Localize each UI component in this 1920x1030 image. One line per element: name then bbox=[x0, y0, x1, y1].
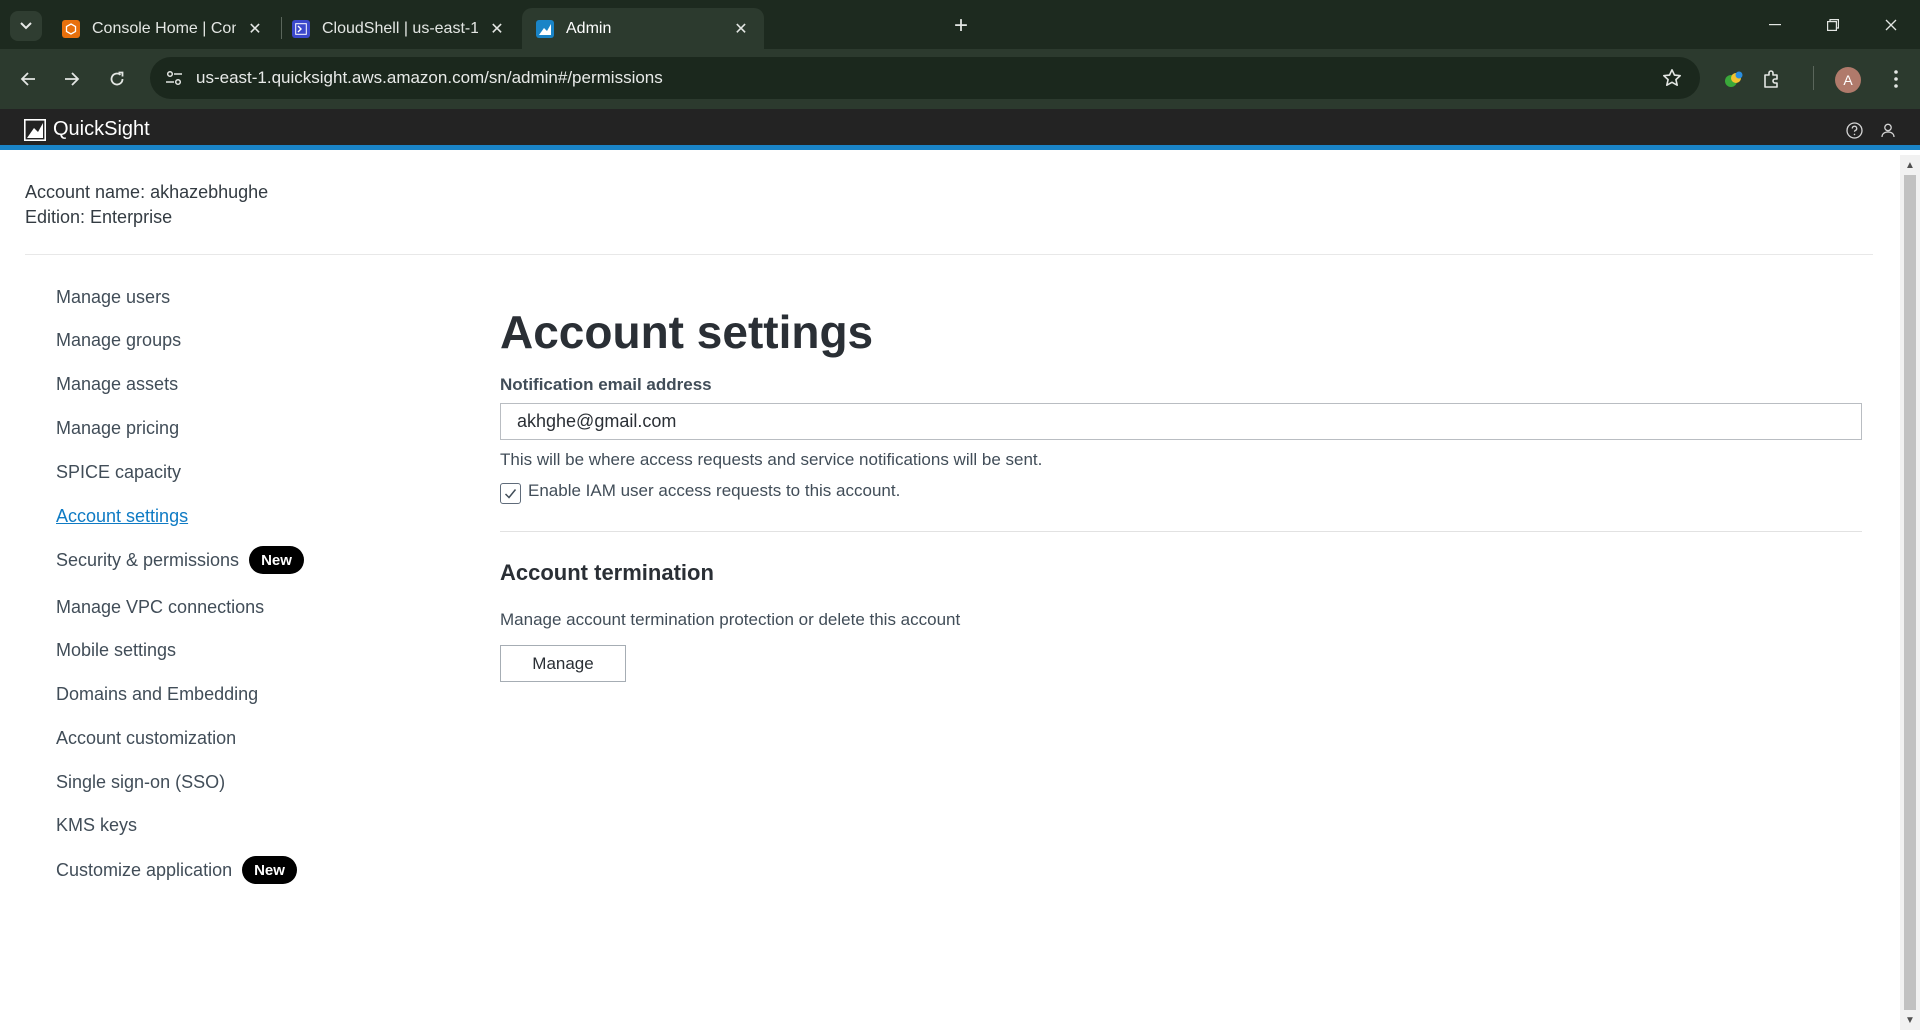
sidebar-item-single-sign-on[interactable]: Single sign-on (SSO) bbox=[56, 772, 225, 793]
restore-button[interactable] bbox=[1810, 10, 1856, 40]
address-bar[interactable]: us-east-1.quicksight.aws.amazon.com/sn/a… bbox=[150, 57, 1700, 99]
browser-tab-bar: Console Home | Console Home ✕ CloudShell… bbox=[0, 0, 1920, 49]
checkmark-icon bbox=[504, 489, 517, 499]
tab-title: CloudShell | us-east-1 bbox=[322, 19, 478, 37]
account-name: Account name: akhazebhughe bbox=[25, 182, 269, 202]
new-tab-button[interactable]: + bbox=[948, 12, 974, 39]
sidebar-item-customize-application[interactable]: Customize application New bbox=[56, 856, 297, 884]
sidebar-item-account-settings[interactable]: Account settings bbox=[56, 506, 188, 527]
close-icon[interactable]: ✕ bbox=[486, 18, 508, 40]
tab-title: Console Home | Console Home bbox=[92, 19, 236, 37]
page-title: Account settings bbox=[500, 306, 874, 358]
sidebar-item-mobile-settings[interactable]: Mobile settings bbox=[56, 640, 176, 661]
aws-console-icon bbox=[62, 19, 80, 38]
divider bbox=[500, 531, 1862, 532]
sidebar-item-label: Manage users bbox=[56, 287, 171, 307]
sidebar-item-label: Manage groups bbox=[56, 330, 182, 350]
sidebar-item-label: Manage pricing bbox=[56, 418, 180, 438]
quicksight-header: QuickSight bbox=[0, 109, 1920, 150]
browser-tab-cloudshell[interactable]: CloudShell | us-east-1 ✕ bbox=[278, 8, 520, 49]
browser-tab-admin[interactable]: Admin ✕ bbox=[522, 8, 764, 49]
manage-termination-button[interactable]: Manage bbox=[500, 645, 626, 682]
sidebar-item-label: Account settings bbox=[56, 506, 189, 526]
close-icon[interactable]: ✕ bbox=[730, 18, 752, 40]
sidebar-item-label: Manage VPC connections bbox=[56, 597, 265, 617]
account-info: Account name: akhazebhughe Edition: Ente… bbox=[25, 180, 268, 230]
close-icon bbox=[1885, 19, 1897, 31]
minimize-button[interactable] bbox=[1752, 10, 1798, 40]
tab-title: Admin bbox=[566, 19, 612, 37]
extensions-puzzle-icon[interactable] bbox=[1756, 63, 1788, 95]
account-edition: Edition: Enterprise bbox=[25, 207, 173, 227]
app-brand[interactable]: QuickSight bbox=[53, 118, 150, 141]
user-profile-icon[interactable] bbox=[1877, 119, 1899, 141]
sidebar-item-label: Manage assets bbox=[56, 374, 179, 394]
arrow-left-icon bbox=[20, 72, 35, 86]
notification-email-field[interactable] bbox=[500, 403, 1862, 440]
iam-access-requests-checkbox[interactable] bbox=[500, 483, 521, 504]
quicksight-icon bbox=[536, 19, 554, 38]
sidebar-item-label: Account customization bbox=[56, 728, 237, 748]
admin-content: Account name: akhazebhughe Edition: Ente… bbox=[0, 155, 1900, 1030]
help-icon[interactable] bbox=[1843, 119, 1865, 141]
quicksight-logo-icon[interactable] bbox=[24, 119, 46, 141]
sidebar-item-label: KMS keys bbox=[56, 815, 138, 835]
browser-menu-kebab-icon[interactable] bbox=[1880, 63, 1912, 95]
sidebar-item-spice-capacity[interactable]: SPICE capacity bbox=[56, 462, 181, 483]
email-field-label: Notification email address bbox=[500, 375, 712, 394]
arrow-right-icon bbox=[65, 72, 80, 86]
site-info-icon[interactable] bbox=[162, 66, 186, 90]
account-termination-description: Manage account termination protection or… bbox=[500, 610, 961, 629]
page-scrollbar[interactable]: ▲ ▼ bbox=[1900, 155, 1920, 1030]
new-badge: New bbox=[242, 856, 297, 884]
toolbar-separator bbox=[1813, 66, 1814, 90]
account-termination-heading: Account termination bbox=[500, 560, 714, 585]
cloudshell-icon bbox=[292, 19, 310, 38]
forward-button[interactable] bbox=[56, 63, 88, 95]
sidebar-item-label: Single sign-on (SSO) bbox=[56, 772, 226, 792]
scroll-down-arrow-icon[interactable]: ▼ bbox=[1900, 1010, 1920, 1030]
sidebar-item-label: Customize application bbox=[56, 859, 233, 880]
url-text: us-east-1.quicksight.aws.amazon.com/sn/a… bbox=[196, 68, 663, 87]
sidebar-item-manage-vpc-connections[interactable]: Manage VPC connections bbox=[56, 597, 264, 618]
tab-search-button[interactable] bbox=[10, 11, 42, 41]
email-help-text: This will be where access requests and s… bbox=[500, 450, 1043, 469]
sidebar-item-manage-users[interactable]: Manage users bbox=[56, 287, 170, 308]
sidebar-item-manage-groups[interactable]: Manage groups bbox=[56, 330, 181, 351]
new-badge: New bbox=[249, 546, 304, 574]
sidebar-item-security-permissions[interactable]: Security & permissions New bbox=[56, 546, 304, 574]
scrollbar-thumb[interactable] bbox=[1904, 175, 1916, 1010]
bookmark-star-icon[interactable] bbox=[1660, 66, 1684, 90]
browser-tab-console-home[interactable]: Console Home | Console Home ✕ bbox=[48, 8, 278, 49]
sidebar-item-label: Security & permissions bbox=[56, 549, 240, 570]
close-window-button[interactable] bbox=[1868, 10, 1914, 40]
reload-icon bbox=[110, 71, 124, 86]
sidebar-item-label: SPICE capacity bbox=[56, 462, 182, 482]
sidebar-item-account-customization[interactable]: Account customization bbox=[56, 728, 236, 749]
sidebar-item-label: Mobile settings bbox=[56, 640, 177, 660]
browser-toolbar: us-east-1.quicksight.aws.amazon.com/sn/a… bbox=[0, 49, 1920, 109]
sidebar-item-manage-assets[interactable]: Manage assets bbox=[56, 374, 178, 395]
back-button[interactable] bbox=[12, 63, 44, 95]
scroll-up-arrow-icon[interactable]: ▲ bbox=[1900, 155, 1920, 175]
close-icon[interactable]: ✕ bbox=[244, 18, 266, 40]
sidebar-item-domains-embedding[interactable]: Domains and Embedding bbox=[56, 684, 258, 705]
minimize-icon bbox=[1769, 24, 1781, 26]
divider bbox=[25, 254, 1873, 255]
reload-button[interactable] bbox=[101, 63, 133, 95]
extension-colorful-icon[interactable] bbox=[1718, 63, 1750, 95]
restore-icon bbox=[1827, 19, 1839, 31]
profile-avatar[interactable]: A bbox=[1835, 67, 1861, 93]
sidebar-item-kms-keys[interactable]: KMS keys bbox=[56, 815, 137, 836]
sidebar-item-label: Domains and Embedding bbox=[56, 684, 259, 704]
sidebar-item-manage-pricing[interactable]: Manage pricing bbox=[56, 418, 179, 439]
chevron-down-icon bbox=[20, 22, 32, 30]
iam-access-requests-label[interactable]: Enable IAM user access requests to this … bbox=[528, 481, 900, 501]
